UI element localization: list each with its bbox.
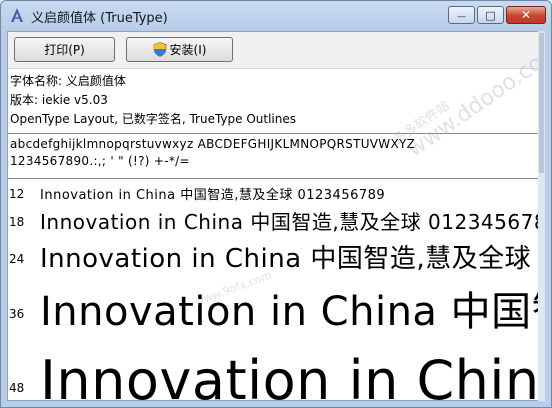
sample-text: Innovation in China 中国智造,慧及全球 0123456789	[40, 244, 544, 274]
maximize-icon: □	[485, 8, 496, 22]
sample-size-label: 48	[9, 381, 25, 395]
font-info: 字体名称: 义启颜值体 版本: iekie v5.03 OpenType Lay…	[8, 72, 544, 129]
sample-text: Innovation in China 中国智造,慧及全球 0123456789	[40, 210, 545, 234]
sample-size-label: 24	[9, 252, 25, 266]
maximize-button[interactable]: □	[477, 6, 504, 24]
font-features-text: OpenType Layout, 已数字签名, TrueType Outline…	[10, 112, 297, 126]
sample-text: Innovation in China 中国智造,慧及全球 0123456789	[40, 289, 544, 335]
font-name-text: 字体名称: 义启颜值体	[10, 74, 126, 88]
title-bar[interactable]: 义启颜值体 (TrueType) — □ ✕	[1, 1, 551, 31]
toolbar: 打印(P) 安装(I)	[8, 32, 544, 69]
font-viewer-window: 义启颜值体 (TrueType) — □ ✕ 打印(P) 安装(I) 字体名称:…	[0, 0, 552, 408]
divider	[8, 178, 544, 179]
sample-size-label: 12	[9, 187, 25, 201]
minimize-button[interactable]: —	[448, 6, 475, 24]
shield-icon	[153, 42, 166, 57]
font-app-icon	[11, 8, 23, 22]
print-button-label: 打印(P)	[44, 43, 85, 57]
minimize-icon: —	[457, 12, 466, 22]
charset-symbols: 1234567890.:,; ' " (!?) +-*/=	[10, 154, 190, 168]
window-title: 义启颜值体 (TrueType)	[31, 11, 168, 26]
close-icon: ✕	[520, 8, 532, 22]
font-preview-area: 打印(P) 安装(I) 字体名称: 义启颜值体 版本: iekie v5.03 …	[7, 31, 545, 401]
character-set: abcdefghijklmnopqrstuvwxyz ABCDEFGHIJKLM…	[10, 136, 415, 170]
divider	[8, 133, 544, 134]
sample-text: Innovation in China 中国智造,慧及全球 0123456789	[40, 349, 544, 401]
install-button-label: 安装(I)	[169, 43, 207, 57]
sample-size-label: 36	[9, 307, 25, 321]
sample-text: Innovation in China 中国智造,慧及全球 0123456789	[40, 188, 386, 203]
install-button[interactable]: 安装(I)	[126, 37, 233, 62]
sample-size-label: 18	[9, 215, 25, 229]
scrollbar[interactable]	[538, 31, 545, 401]
close-button[interactable]: ✕	[506, 6, 546, 24]
print-button[interactable]: 打印(P)	[14, 37, 115, 62]
font-version-text: 版本: iekie v5.03	[10, 93, 108, 107]
charset-letters: abcdefghijklmnopqrstuvwxyz ABCDEFGHIJKLM…	[10, 137, 416, 151]
